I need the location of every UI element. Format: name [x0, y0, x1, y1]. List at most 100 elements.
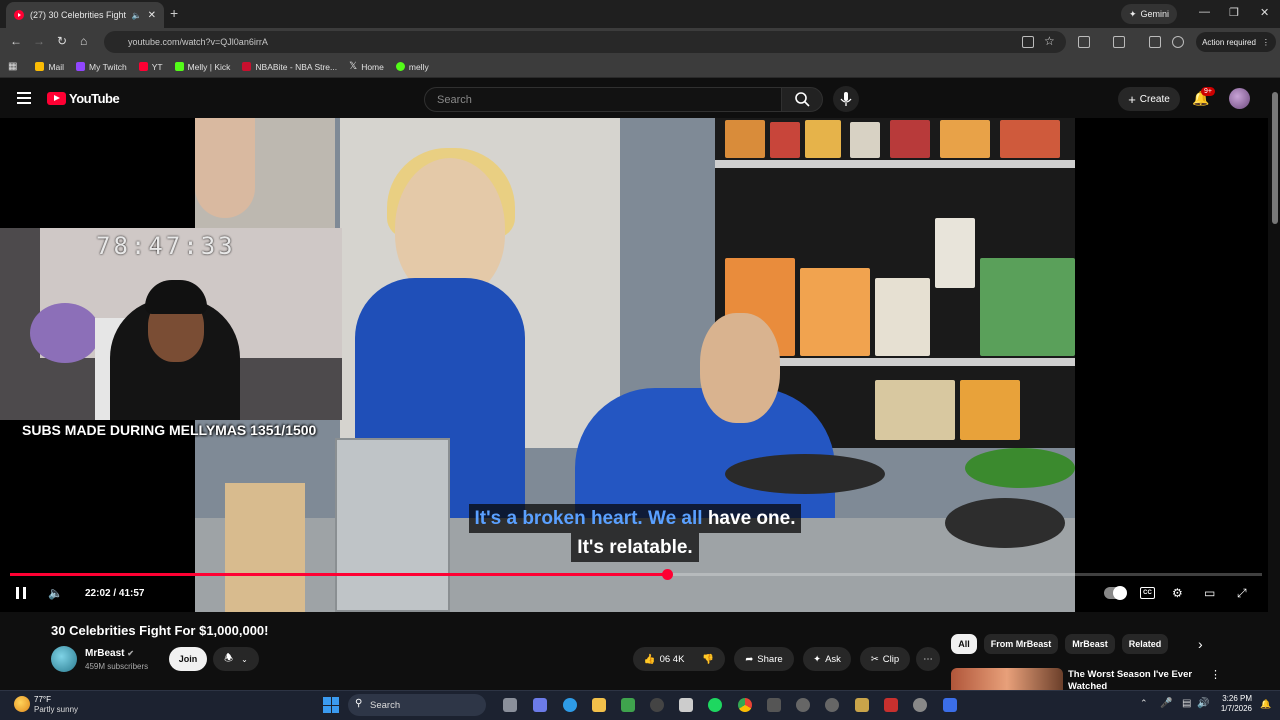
sparkle-icon: ✦ [813, 653, 822, 665]
settings-gear-icon[interactable]: ⚙ [1172, 586, 1183, 600]
recommendation-title[interactable]: The Worst Season I've Ever Watched [1068, 669, 1198, 689]
video-player[interactable]: 78:47:33 SUBS MADE DURING MELLYMAS 1351/… [0, 118, 1268, 612]
page-scrollbar[interactable] [1272, 92, 1278, 224]
bookmark-nbabite[interactable]: NBABite - NBA Stre... [242, 62, 337, 72]
chip-from-mrbeast[interactable]: From MrBeast [984, 634, 1058, 654]
more-vert-icon[interactable]: ⋮ [1210, 668, 1221, 681]
tray-chevron-up-icon[interactable]: ⌃ [1140, 698, 1148, 709]
weather-temperature[interactable]: 77°F [34, 695, 51, 704]
bookmark-star-icon[interactable]: ☆ [1044, 34, 1055, 48]
menu-icon[interactable] [17, 92, 31, 104]
bookmark-melly[interactable]: melly [395, 62, 429, 72]
create-button[interactable]: + Create [1118, 87, 1180, 111]
search-input[interactable]: Search [424, 87, 782, 112]
progress-fill [10, 573, 668, 576]
more-actions-button[interactable]: ⋯ [916, 647, 940, 671]
channel-name[interactable]: MrBeast ✔ [85, 648, 134, 659]
pantry-item [890, 120, 930, 158]
xbox-icon[interactable] [621, 698, 635, 712]
windows-start-icon[interactable] [323, 697, 339, 713]
volume-icon[interactable]: 🔈 [48, 586, 63, 600]
search-button[interactable] [781, 87, 823, 112]
restore-icon[interactable]: ❐ [1229, 6, 1239, 19]
apps-grid-icon[interactable]: ▦ [8, 61, 17, 72]
chip-mrbeast[interactable]: MrBeast [1065, 634, 1115, 654]
clock-date[interactable]: 1/7/2026 [1212, 704, 1252, 713]
back-icon[interactable]: ← [10, 34, 22, 48]
chip-all[interactable]: All [951, 634, 977, 654]
spotify-icon[interactable] [708, 698, 722, 712]
edge-icon[interactable] [563, 698, 577, 712]
captions-icon[interactable]: CC [1140, 587, 1155, 599]
app-icon[interactable] [943, 698, 957, 712]
recommendation-thumbnail[interactable] [951, 668, 1063, 690]
bookmark-home[interactable]: 𝕏 Home [349, 61, 384, 72]
autoplay-toggle[interactable] [1104, 586, 1127, 600]
bookmark-mail[interactable]: Mail [35, 62, 64, 72]
app-icon[interactable] [884, 698, 898, 712]
minimize-icon[interactable]: — [1199, 6, 1210, 18]
speaker-icon[interactable]: 🔈 [132, 11, 142, 20]
volume-icon[interactable]: 🔊 [1197, 698, 1209, 709]
weather-sun-icon[interactable] [14, 696, 30, 712]
store-icon[interactable] [679, 698, 693, 712]
pause-icon[interactable] [16, 587, 26, 599]
channel-avatar[interactable] [51, 646, 77, 672]
shelf [715, 160, 1075, 168]
ask-button[interactable]: ✦ Ask [803, 647, 851, 671]
clock-time[interactable]: 3:26 PM [1222, 694, 1252, 703]
action-required-button[interactable]: Action required ⋮ [1196, 32, 1276, 52]
url-bar[interactable]: youtube.com/watch?v=QJl0an6irrA [104, 31, 1066, 53]
weather-description[interactable]: Partly sunny [34, 705, 78, 714]
app-icon[interactable] [825, 698, 839, 712]
chip-related[interactable]: Related [1122, 634, 1168, 654]
file-explorer-icon[interactable] [592, 698, 606, 712]
like-dislike-group[interactable]: 👍 06 4K 👎 [633, 647, 725, 671]
notepad-icon[interactable] [767, 698, 781, 712]
subscribed-button[interactable]: 🕭 ⌄ [213, 647, 259, 671]
home-icon[interactable]: ⌂ [80, 34, 87, 48]
progress-bar[interactable] [10, 569, 1262, 580]
youtube-logo[interactable]: YouTube [47, 91, 120, 106]
media-player-icon[interactable] [796, 698, 810, 712]
profile-icon[interactable] [1172, 36, 1184, 48]
account-avatar[interactable] [1229, 88, 1250, 109]
close-window-icon[interactable]: ✕ [1260, 6, 1269, 19]
like-icon[interactable]: 👍 [644, 654, 656, 665]
voice-search-button[interactable] [833, 86, 859, 112]
settings-gear-icon[interactable] [913, 698, 927, 712]
taskbar-search[interactable]: Search [348, 694, 486, 716]
app-icon[interactable] [855, 698, 869, 712]
microphone-icon[interactable]: 🎤 [1160, 698, 1172, 709]
dislike-icon[interactable]: 👎 [702, 654, 714, 665]
bookmark-my-twitch[interactable]: My Twitch [76, 62, 127, 72]
chevron-right-icon[interactable]: › [1198, 636, 1203, 652]
share-button[interactable]: ➦ Share [734, 647, 794, 671]
theater-mode-icon[interactable]: ▭ [1204, 586, 1215, 600]
bookmark-yt[interactable]: YT [138, 62, 163, 72]
bookmark-label: Home [361, 61, 384, 72]
bookmark-melly-kick[interactable]: Melly | Kick [174, 62, 230, 72]
extensions-icon[interactable] [1078, 36, 1090, 48]
clip-button[interactable]: ✂ Clip [860, 647, 910, 671]
copilot-icon[interactable] [533, 698, 547, 712]
split-view-icon[interactable] [1113, 36, 1125, 48]
time-display: 22:02 / 41:57 [85, 588, 145, 599]
network-icon[interactable]: ▤ [1182, 698, 1191, 709]
new-tab-button[interactable]: + [170, 5, 178, 21]
join-button[interactable]: Join [169, 647, 207, 671]
notification-center-icon[interactable]: 🔔 [1260, 699, 1271, 710]
close-tab-icon[interactable]: ✕ [148, 10, 156, 21]
fullscreen-icon[interactable]: ⤢ [1237, 586, 1247, 601]
forward-icon[interactable]: → [33, 34, 45, 48]
github-icon[interactable] [650, 698, 664, 712]
task-view-icon[interactable] [503, 698, 517, 712]
cast-icon[interactable] [1022, 36, 1034, 48]
browser-tab[interactable]: (27) 30 Celebrities Fight For 🔈 ✕ [6, 2, 164, 28]
plus-icon: + [1128, 91, 1136, 107]
chrome-icon[interactable] [738, 698, 752, 712]
gemini-button[interactable]: ✦ Gemini [1121, 4, 1178, 24]
reading-list-icon[interactable] [1149, 36, 1161, 48]
reload-icon[interactable]: ↻ [57, 34, 67, 48]
windows-taskbar: 77°F Partly sunny Search ⚲ ⌃ 🎤 ▤ 🔊 3:26 … [0, 690, 1280, 720]
